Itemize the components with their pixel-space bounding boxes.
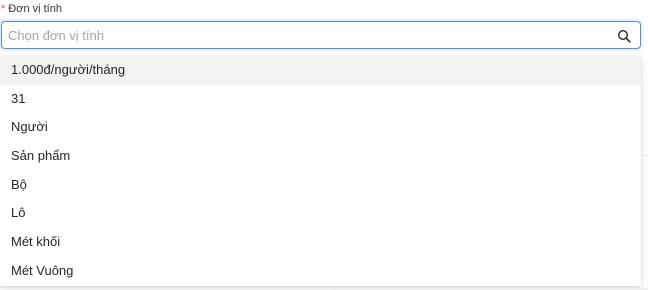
dropdown-option[interactable]: Người xyxy=(0,113,641,142)
background-divider xyxy=(641,155,648,156)
dropdown-option[interactable]: Mét Vuông xyxy=(0,257,641,286)
dropdown-option[interactable]: Sản phẩm xyxy=(0,142,641,171)
unit-select[interactable] xyxy=(1,21,641,49)
dropdown-option[interactable]: 1.000đ/người/tháng xyxy=(0,56,641,85)
dropdown-option[interactable]: Bộ xyxy=(0,171,641,200)
search-icon[interactable] xyxy=(617,29,631,43)
dropdown-option[interactable]: Mét khối xyxy=(0,228,641,257)
dropdown-option[interactable]: 31 xyxy=(0,85,641,114)
required-mark: * xyxy=(1,3,6,15)
unit-search-input[interactable] xyxy=(8,22,608,48)
unit-dropdown-menu: 1.000đ/người/tháng 31 Người Sản phẩm Bộ … xyxy=(0,56,641,286)
field-label: Đơn vị tính xyxy=(8,3,62,15)
dropdown-option[interactable]: Lô xyxy=(0,199,641,228)
field-label-row: * Đơn vị tính xyxy=(1,2,62,16)
unit-select-field: *Đơn vị tính 1.000đ/người/tháng 31 Người… xyxy=(0,0,648,290)
